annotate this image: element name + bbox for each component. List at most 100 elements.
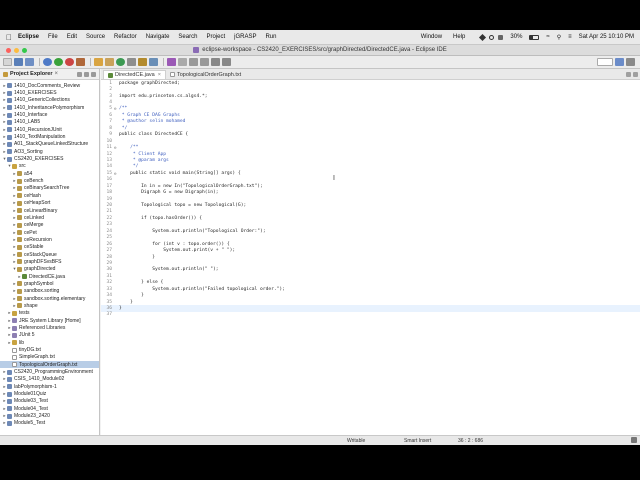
code-editor[interactable]: 1 package graphDirected; 2 3 import edu.prin…	[101, 80, 640, 318]
app-icon[interactable]	[498, 34, 504, 40]
forward-icon[interactable]	[222, 58, 231, 66]
battery-percent[interactable]: 30%	[510, 34, 522, 40]
tree-item[interactable]: ▸ ceBench	[0, 177, 99, 184]
menu-jgrasp[interactable]: jGRASP	[234, 34, 256, 40]
tree-item[interactable]: ▸ ceHeapSort	[0, 200, 99, 207]
search-icon[interactable]	[149, 58, 158, 66]
save-icon[interactable]	[14, 58, 23, 66]
clock[interactable]: Sat Apr 25 10:10 PM	[579, 34, 634, 40]
menu-help[interactable]: Help	[453, 34, 465, 40]
editor-tab-topological-order-graph[interactable]: TopologicalOrderGraph.txt	[166, 70, 245, 79]
menu-navigate[interactable]: Navigate	[146, 34, 170, 40]
tree-item[interactable]: ▸ a54	[0, 170, 99, 177]
perspective-debug-icon[interactable]	[626, 58, 635, 66]
close-icon[interactable]: ×	[55, 71, 59, 77]
tree-item[interactable]: ▸ JRE System Library [Home]	[0, 317, 99, 324]
notification-icon[interactable]	[631, 437, 637, 443]
tree-item[interactable]: ▸ 1410_DocComments_Review	[0, 82, 99, 89]
tree-item[interactable]: ▸ ceRecursion	[0, 236, 99, 243]
tree-item[interactable]: ▸ 1410_Interface	[0, 111, 99, 118]
tree-item[interactable]: ▸ 1410_RecursionJUnit	[0, 126, 99, 133]
tree-item[interactable]: tinyDG.txt	[0, 346, 99, 353]
notification-center-icon[interactable]: ≡	[568, 34, 572, 40]
close-tab-icon[interactable]: ×	[158, 72, 161, 78]
tree-item[interactable]: ▸ 1410_LAB5	[0, 119, 99, 126]
run-icon[interactable]	[54, 58, 63, 66]
tree-item[interactable]: ▸ 1410_GenericCollections	[0, 97, 99, 104]
zoom-window-button[interactable]	[22, 48, 27, 53]
tree-item[interactable]: ▸ ceBinarySearchTree	[0, 185, 99, 192]
apple-menu-icon[interactable]: 	[6, 33, 18, 42]
close-window-button[interactable]	[6, 48, 11, 53]
tree-item[interactable]: ▸ sandbox.sorting	[0, 288, 99, 295]
menu-refactor[interactable]: Refactor	[114, 34, 137, 40]
tree-item[interactable]: ▸ graphSymbol	[0, 280, 99, 287]
tree-item[interactable]: ▸ Module01Quiz	[0, 390, 99, 397]
tree-item[interactable]: ▾ src	[0, 163, 99, 170]
tree-item[interactable]: ▸ lib	[0, 339, 99, 346]
tree-item[interactable]: ▸ tests	[0, 310, 99, 317]
spotlight-search-icon[interactable]: ⚲	[557, 34, 561, 41]
quick-access-icon[interactable]	[597, 58, 613, 66]
menu-source[interactable]: Source	[86, 34, 105, 40]
menu-search[interactable]: Search	[178, 34, 197, 40]
tree-item[interactable]: ▸ 1410_InheritancePolymorphism	[0, 104, 99, 111]
tree-item[interactable]: ▸ cePet	[0, 229, 99, 236]
tree-item[interactable]: ▸ JUnit 5	[0, 332, 99, 339]
view-menu-icon[interactable]	[91, 71, 96, 77]
tree-item[interactable]: ▾ graphDirected	[0, 266, 99, 273]
previous-annotation-icon[interactable]	[200, 58, 209, 66]
tree-item[interactable]: ▸ shape	[0, 302, 99, 309]
project-explorer-tab[interactable]: Project Explorer ×	[0, 69, 99, 80]
tree-item[interactable]: ▸ CSIS_1410_Module02	[0, 376, 99, 383]
annotation-icon[interactable]	[178, 58, 187, 66]
external-tools-icon[interactable]	[76, 58, 85, 66]
tree-item[interactable]: ▸ ceHash	[0, 192, 99, 199]
tree-item[interactable]: ▸ DirectedCE.java	[0, 273, 99, 280]
menu-project[interactable]: Project	[206, 34, 225, 40]
tree-item[interactable]: ▸ CS2420_ProgrammingEnvironment	[0, 368, 99, 375]
tree-item[interactable]: ▾ CS2420_EXERCISES	[0, 155, 99, 162]
tree-item[interactable]: ▸ Module04_Test	[0, 405, 99, 412]
new-java-project-icon[interactable]	[94, 58, 103, 66]
jgrasp-icon[interactable]	[167, 58, 176, 66]
tree-item[interactable]: ▸ AO3_Sorting	[0, 148, 99, 155]
menu-file[interactable]: File	[48, 34, 58, 40]
tree-item[interactable]: ▸ Referenced Libraries	[0, 324, 99, 331]
maximize-editor-icon[interactable]	[633, 72, 638, 77]
tree-item[interactable]: ▸ Module23_2420	[0, 412, 99, 419]
next-annotation-icon[interactable]	[189, 58, 198, 66]
new-class-icon[interactable]	[116, 58, 125, 66]
tree-item[interactable]: ▸ ceStable	[0, 244, 99, 251]
wifi-icon[interactable]: ≈	[546, 34, 549, 40]
tree-item[interactable]: ▸ A01_StackQueueLinkedStructure	[0, 141, 99, 148]
menu-app-eclipse[interactable]: Eclipse	[18, 34, 39, 40]
tree-item[interactable]: TopologicalOrderGraph.txt	[0, 361, 99, 369]
tree-item[interactable]: ▸ sandbox.sorting.elementary	[0, 295, 99, 302]
new-package-icon[interactable]	[105, 58, 114, 66]
tree-item[interactable]: ▸ Module5_Test	[0, 420, 99, 427]
collapse-all-icon[interactable]	[77, 71, 82, 77]
coverage-icon[interactable]	[65, 58, 74, 66]
code-line[interactable]: 37	[101, 312, 640, 318]
tree-item[interactable]: ▸ ceMerge	[0, 222, 99, 229]
dropbox-icon[interactable]	[479, 33, 487, 41]
tree-item[interactable]: ▸ ceLinked	[0, 214, 99, 221]
menu-run[interactable]: Run	[265, 34, 276, 40]
minimize-window-button[interactable]	[14, 48, 19, 53]
tree-item[interactable]: ▸ 1410_TextManipulation	[0, 133, 99, 140]
new-icon[interactable]	[3, 58, 12, 66]
link-editor-icon[interactable]	[84, 71, 89, 77]
tree-item[interactable]: ▸ ceStackQueue	[0, 251, 99, 258]
perspective-java-icon[interactable]	[615, 58, 624, 66]
menu-window[interactable]: Window	[421, 34, 442, 40]
menu-edit[interactable]: Edit	[67, 34, 77, 40]
tree-item[interactable]: ▸ Module03_Test	[0, 398, 99, 405]
open-task-icon[interactable]	[138, 58, 147, 66]
minimize-editor-icon[interactable]	[626, 72, 631, 77]
editor-tab-directedce[interactable]: DirectedCE.java ×	[103, 70, 166, 79]
tree-item[interactable]: ▸ graphDFSvsBFS	[0, 258, 99, 265]
debug-icon[interactable]	[43, 58, 52, 66]
back-icon[interactable]	[211, 58, 220, 66]
user-icon[interactable]	[489, 34, 495, 40]
